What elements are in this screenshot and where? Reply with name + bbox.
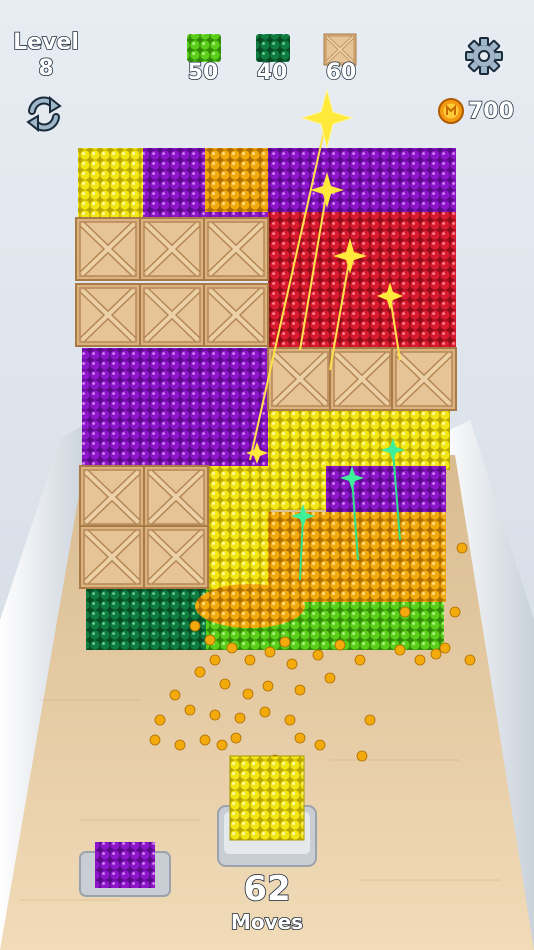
refresh-icon [26,95,62,133]
target-counters: 50 40 60 [180,34,370,86]
moves-label: Moves [230,909,304,935]
restart-button[interactable] [24,94,64,134]
coin-count: 700 [467,98,514,125]
active-ball-cube [217,755,317,867]
target-darkgreen: 40 [247,60,297,85]
target-crate-count: 60 [325,60,357,85]
level-number: 8 [38,55,55,82]
target-darkgreen-count: 40 [256,60,288,85]
settings-button[interactable] [464,36,504,76]
moves-count: 62 [243,869,292,909]
coin-balance: 700 [438,96,515,126]
gear-icon [465,37,503,75]
level-label: Level [12,29,79,56]
target-crate: 60 [316,60,366,85]
target-green: 50 [178,60,228,85]
target-green-count: 50 [187,60,219,85]
coin-icon [438,98,464,124]
game-scene [0,0,534,950]
